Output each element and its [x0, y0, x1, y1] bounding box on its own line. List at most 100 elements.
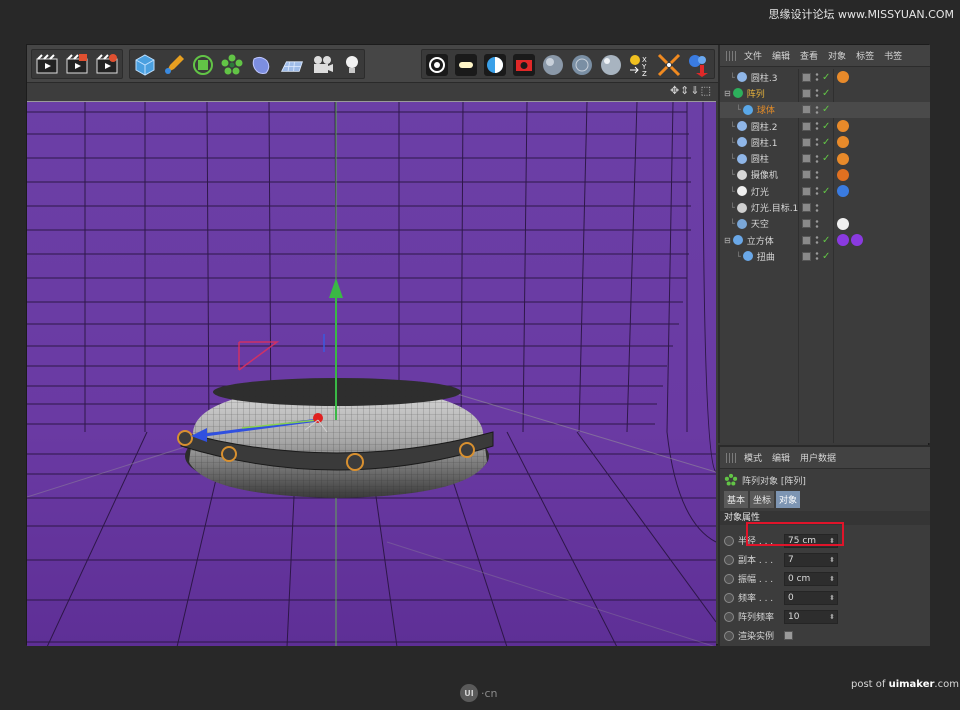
visibility-dots-icon[interactable]	[814, 235, 820, 246]
enabled-check-icon[interactable]: ✓	[822, 153, 831, 164]
animate-radio[interactable]	[724, 573, 734, 584]
panel-grip-icon[interactable]	[726, 50, 738, 61]
layer-box-icon[interactable]	[802, 235, 811, 245]
object-row[interactable]: └ 圆柱.1 ✓	[720, 134, 930, 150]
animate-radio[interactable]	[724, 554, 734, 565]
spinner-icon[interactable]: ⬍	[829, 575, 837, 583]
layer-box-icon[interactable]	[802, 154, 811, 164]
render-settings-icon[interactable]	[94, 52, 120, 78]
layer-box-icon[interactable]	[802, 72, 811, 82]
layer-box-icon[interactable]	[802, 219, 811, 229]
spinner-icon[interactable]: ⬍	[829, 613, 837, 621]
layer-box-icon[interactable]	[802, 121, 811, 131]
object-row[interactable]: └ 圆柱 ✓	[720, 150, 930, 166]
render-view-icon[interactable]	[34, 52, 60, 78]
object-row[interactable]: └ 灯光.目标.1	[720, 199, 930, 215]
object-row[interactable]: └ 天空	[720, 216, 930, 232]
viewport-nav-icons[interactable]: ✥⇕⇓⬚	[670, 84, 712, 97]
display-constant-icon[interactable]	[482, 52, 508, 78]
tab-basic[interactable]: 基本	[724, 491, 749, 508]
object-name[interactable]: └ 圆柱.2	[730, 120, 777, 133]
object-name[interactable]: └ 圆柱	[730, 152, 769, 165]
array-frequency-input[interactable]: 10 ⬍	[784, 609, 838, 624]
visibility-dots-icon[interactable]	[814, 153, 820, 164]
tag-icon[interactable]	[837, 71, 849, 84]
object-row[interactable]: └ 扭曲 ✓	[720, 248, 930, 264]
display-quick-icon[interactable]	[453, 52, 479, 78]
tag-icon[interactable]	[837, 120, 849, 133]
tag-icon[interactable]	[837, 152, 849, 165]
array-icon[interactable]	[219, 52, 245, 78]
visibility-dots-icon[interactable]	[814, 121, 820, 132]
layer-box-icon[interactable]	[802, 88, 811, 98]
layer-box-icon[interactable]	[802, 105, 811, 115]
enabled-check-icon[interactable]: ✓	[822, 251, 831, 262]
camera-icon[interactable]	[310, 52, 336, 78]
enabled-check-icon[interactable]: ✓	[822, 72, 831, 83]
object-row[interactable]: └ 灯光 ✓	[720, 183, 930, 199]
om-menu-view[interactable]: 查看	[800, 49, 818, 62]
object-row[interactable]: ⊟ 立方体 ✓	[720, 232, 930, 248]
object-row[interactable]: └ 摄像机	[720, 167, 930, 183]
object-name[interactable]: └ 天空	[730, 217, 769, 230]
object-row[interactable]: └ 圆柱.3 ✓	[720, 69, 930, 85]
object-name[interactable]: └ 扭曲	[736, 250, 775, 263]
subdivision-icon[interactable]	[190, 52, 216, 78]
spinner-icon[interactable]: ⬍	[829, 556, 837, 564]
spinner-icon[interactable]: ⬍	[829, 594, 837, 602]
object-name[interactable]: └ 圆柱.3	[730, 71, 777, 84]
visibility-dots-icon[interactable]	[814, 186, 820, 197]
object-row[interactable]: └ 圆柱.2 ✓	[720, 118, 930, 134]
cube-icon[interactable]	[132, 52, 158, 78]
material-sphere-icon[interactable]	[540, 52, 566, 78]
enabled-check-icon[interactable]: ✓	[822, 137, 831, 148]
am-menu-userdata[interactable]: 用户数据	[800, 451, 836, 464]
visibility-dots-icon[interactable]	[814, 72, 820, 83]
panel-grip-icon[interactable]	[726, 452, 738, 463]
object-name[interactable]: └ 灯光.目标.1	[730, 201, 798, 214]
floor-icon[interactable]	[277, 52, 307, 78]
material-sphere-2-icon[interactable]	[569, 52, 595, 78]
animate-radio[interactable]	[724, 535, 734, 546]
enabled-check-icon[interactable]: ✓	[822, 88, 831, 99]
pen-icon[interactable]	[161, 52, 187, 78]
visibility-dots-icon[interactable]	[814, 137, 820, 148]
visibility-dots-icon[interactable]	[814, 251, 820, 262]
snap-icon[interactable]	[511, 52, 537, 78]
display-gouraud-icon[interactable]	[424, 52, 450, 78]
animate-radio[interactable]	[724, 592, 734, 603]
tag-icon[interactable]	[851, 234, 863, 247]
tag-icon[interactable]	[837, 185, 849, 198]
tag-icon[interactable]	[837, 168, 849, 181]
animate-radio[interactable]	[724, 630, 734, 641]
object-name[interactable]: ⊟ 阵列	[724, 87, 765, 100]
scene-move-icon[interactable]	[685, 52, 711, 78]
layer-box-icon[interactable]	[802, 251, 811, 261]
tab-object[interactable]: 对象	[776, 491, 801, 508]
object-row[interactable]: ⊟ 阵列 ✓	[720, 85, 930, 101]
om-menu-tags[interactable]: 标签	[856, 49, 874, 62]
amplitude-input[interactable]: 0 cm ⬍	[784, 571, 838, 586]
enabled-check-icon[interactable]: ✓	[822, 121, 831, 132]
layer-box-icon[interactable]	[802, 203, 811, 213]
tag-icon[interactable]	[837, 234, 849, 247]
tag-icon[interactable]	[837, 136, 849, 149]
am-menu-mode[interactable]: 模式	[744, 451, 762, 464]
am-menu-edit[interactable]: 编辑	[772, 451, 790, 464]
viewport[interactable]	[27, 101, 716, 646]
object-name[interactable]: └ 圆柱.1	[730, 136, 777, 149]
frequency-input[interactable]: 0 ⬍	[784, 590, 838, 605]
object-name[interactable]: └ 摄像机	[730, 168, 778, 181]
object-row[interactable]: └ 球体 ✓	[720, 101, 930, 118]
render-picture-viewer-icon[interactable]	[64, 52, 90, 78]
light-icon[interactable]	[339, 52, 365, 78]
om-menu-file[interactable]: 文件	[744, 49, 762, 62]
om-menu-bookmarks[interactable]: 书签	[884, 49, 902, 62]
enabled-check-icon[interactable]: ✓	[822, 186, 831, 197]
deformer-icon[interactable]	[248, 52, 274, 78]
tab-coord[interactable]: 坐标	[750, 491, 775, 508]
visibility-dots-icon[interactable]	[814, 88, 820, 99]
collapse-icon[interactable]: ⊟	[724, 89, 731, 98]
collapse-icon[interactable]: ⊟	[724, 236, 731, 245]
material-sphere-3-icon[interactable]	[598, 52, 624, 78]
